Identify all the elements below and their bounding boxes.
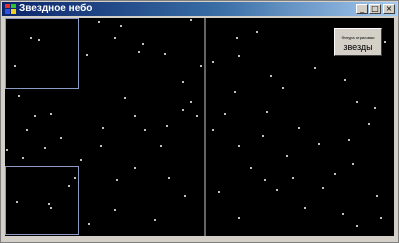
star bbox=[134, 167, 136, 169]
star bbox=[356, 225, 358, 227]
star bbox=[44, 147, 46, 149]
star bbox=[190, 101, 192, 103]
star bbox=[286, 155, 288, 157]
star bbox=[114, 37, 116, 39]
star bbox=[34, 115, 36, 117]
star bbox=[212, 129, 214, 131]
star bbox=[166, 125, 168, 127]
main-window: Звездное небо _ □ × Фигура отрисовки зве… bbox=[0, 0, 399, 243]
star bbox=[68, 185, 70, 187]
star bbox=[304, 207, 306, 209]
star bbox=[334, 173, 336, 175]
star bbox=[190, 19, 192, 21]
star bbox=[80, 159, 82, 161]
button-caption: звезды bbox=[343, 41, 373, 52]
star bbox=[164, 53, 166, 55]
star bbox=[102, 127, 104, 129]
star bbox=[26, 129, 28, 131]
star bbox=[124, 97, 126, 99]
star bbox=[352, 163, 354, 165]
star bbox=[160, 145, 162, 147]
star bbox=[120, 25, 122, 27]
star bbox=[276, 189, 278, 191]
star bbox=[154, 219, 156, 221]
star bbox=[236, 37, 238, 39]
star bbox=[374, 107, 376, 109]
star bbox=[322, 187, 324, 189]
star bbox=[74, 177, 76, 179]
star bbox=[114, 209, 116, 211]
star bbox=[318, 143, 320, 145]
star bbox=[14, 65, 16, 67]
star bbox=[262, 135, 264, 137]
star bbox=[342, 213, 344, 215]
star bbox=[212, 61, 214, 63]
close-button[interactable]: × bbox=[383, 4, 395, 14]
minimize-button[interactable]: _ bbox=[356, 4, 368, 14]
star bbox=[116, 179, 118, 181]
star bbox=[142, 43, 144, 45]
star bbox=[18, 95, 20, 97]
drawing-area[interactable]: Фигура отрисовки звезды bbox=[5, 18, 394, 236]
star bbox=[60, 137, 62, 139]
button-caption-small: Фигура отрисовки bbox=[341, 34, 375, 40]
star bbox=[264, 179, 266, 181]
draw-stars-button[interactable]: Фигура отрисовки звезды bbox=[334, 28, 382, 56]
star bbox=[344, 79, 346, 81]
star bbox=[50, 207, 52, 209]
star bbox=[238, 55, 240, 57]
title-bar[interactable]: Звездное небо _ □ × bbox=[2, 2, 397, 16]
star bbox=[368, 123, 370, 125]
star bbox=[134, 115, 136, 117]
star bbox=[270, 75, 272, 77]
star bbox=[48, 203, 50, 205]
star bbox=[384, 41, 386, 43]
star bbox=[348, 139, 350, 141]
star bbox=[30, 37, 32, 39]
star bbox=[356, 101, 358, 103]
star bbox=[292, 177, 294, 179]
star bbox=[238, 145, 240, 147]
star bbox=[184, 195, 186, 197]
star bbox=[256, 31, 258, 33]
star bbox=[282, 87, 284, 89]
star bbox=[6, 149, 8, 151]
star bbox=[22, 157, 24, 159]
star bbox=[314, 67, 316, 69]
window-title: Звездное небо bbox=[19, 3, 93, 14]
star bbox=[50, 113, 52, 115]
star bbox=[182, 81, 184, 83]
star bbox=[224, 113, 226, 115]
star bbox=[168, 177, 170, 179]
star bbox=[144, 129, 146, 131]
star bbox=[98, 21, 100, 23]
star bbox=[234, 91, 236, 93]
star bbox=[196, 115, 198, 117]
star bbox=[138, 51, 140, 53]
star bbox=[182, 109, 184, 111]
star bbox=[380, 217, 382, 219]
star bbox=[200, 65, 202, 67]
star bbox=[16, 201, 18, 203]
star bbox=[376, 195, 378, 197]
star bbox=[86, 54, 88, 56]
app-icon bbox=[5, 4, 16, 14]
star bbox=[88, 223, 90, 225]
maximize-button[interactable]: □ bbox=[369, 4, 381, 14]
star bbox=[250, 167, 252, 169]
star bbox=[266, 111, 268, 113]
star bbox=[298, 127, 300, 129]
star bbox=[100, 145, 102, 147]
star bbox=[218, 191, 220, 193]
star bbox=[38, 39, 40, 41]
star bbox=[238, 217, 240, 219]
